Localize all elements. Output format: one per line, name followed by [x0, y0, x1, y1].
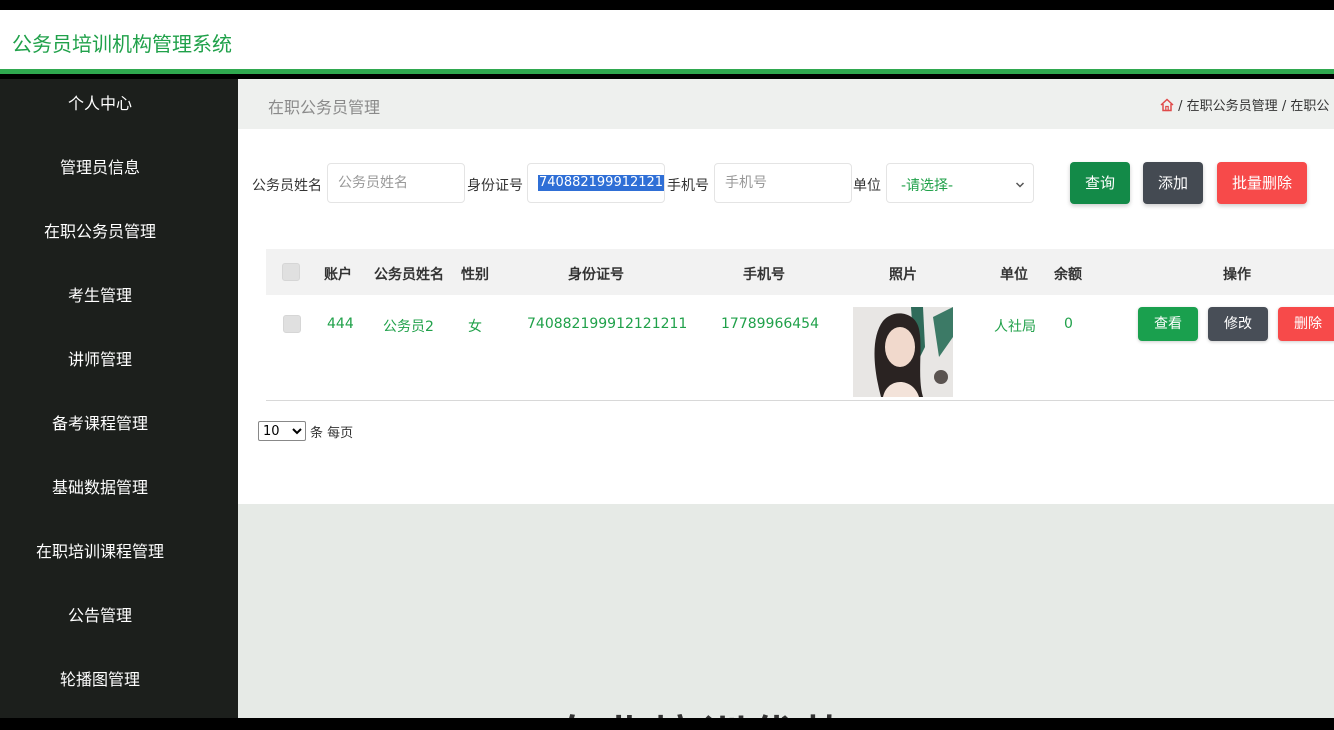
sidebar-item-admin-info[interactable]: 管理员信息 — [0, 148, 200, 188]
main-content: 专业培训优势 在职公务员管理 / 在职公务员管理 / 在职公 公务员姓名 身份证… — [238, 79, 1334, 718]
table-header: 账户 公务员姓名 性别 身份证号 手机号 照片 单位 余额 操作 — [266, 249, 1334, 295]
breadcrumb-separator: / — [1178, 99, 1183, 114]
sidebar-item-carousel[interactable]: 轮播图管理 — [0, 660, 200, 700]
avatar-photo — [853, 307, 953, 397]
select-all-checkbox[interactable] — [282, 263, 300, 281]
id-number-label: 身份证号 — [467, 178, 523, 194]
sidebar-item-exam-courses[interactable]: 备考课程管理 — [0, 404, 200, 444]
phone-search-input[interactable] — [714, 163, 852, 203]
screen-frame-bottom — [0, 718, 1334, 730]
screen-frame-top — [0, 0, 1334, 10]
breadcrumb-separator: / — [1281, 99, 1287, 114]
cell-unit: 人社局 — [994, 319, 1036, 335]
background-banner-text: 专业培训优势 — [552, 701, 852, 718]
sidebar: 个人中心 管理员信息 在职公务员管理 考生管理 讲师管理 备考课程管理 基础数据… — [0, 79, 238, 718]
column-header-name: 公务员姓名 — [374, 267, 444, 283]
view-button[interactable]: 查看 — [1138, 307, 1198, 341]
column-header-actions: 操作 — [1223, 267, 1251, 283]
column-header-gender: 性别 — [461, 267, 489, 283]
cell-name: 公务员2 — [383, 319, 434, 335]
top-header: 公务员培训机构管理系统 — [0, 10, 1334, 74]
app-title: 公务员培训机构管理系统 — [12, 32, 232, 56]
unit-label: 单位 — [853, 178, 881, 194]
sidebar-item-training-courses[interactable]: 在职培训课程管理 — [0, 532, 200, 572]
home-icon[interactable] — [1160, 98, 1174, 112]
column-header-account: 账户 — [324, 267, 352, 283]
id-number-selected-text: 740882199912121 — [538, 175, 665, 191]
unit-select-value: -请选择- — [901, 178, 954, 194]
column-header-photo: 照片 — [889, 267, 917, 283]
column-header-id-number: 身份证号 — [568, 267, 624, 283]
row-checkbox[interactable] — [283, 315, 301, 333]
breadcrumb-item[interactable]: 在职公务员管理 — [1187, 99, 1278, 114]
sidebar-item-lecturers[interactable]: 讲师管理 — [0, 340, 200, 380]
unit-select[interactable]: -请选择- — [886, 163, 1034, 203]
list-panel: 公务员姓名 身份证号 740882199912121 手机号 单位 -请选择- … — [238, 129, 1334, 504]
page-size-select[interactable]: 10 — [258, 421, 306, 441]
column-header-phone: 手机号 — [743, 267, 785, 283]
page-title: 在职公务员管理 — [268, 98, 381, 117]
cell-balance: 0 — [1064, 316, 1073, 332]
cell-gender: 女 — [468, 319, 482, 335]
breadcrumb-item-current: 在职公 — [1290, 99, 1330, 114]
sidebar-item-civil-servants[interactable]: 在职公务员管理 — [0, 212, 200, 252]
phone-label: 手机号 — [667, 178, 709, 194]
table-row: 444 公务员2 女 740882199912121211 1778996645… — [266, 295, 1334, 401]
sidebar-item-base-data[interactable]: 基础数据管理 — [0, 468, 200, 508]
page-size-control: 10 条 每页 — [258, 421, 353, 441]
column-header-balance: 余额 — [1054, 267, 1082, 283]
sidebar-item-personal-center[interactable]: 个人中心 — [0, 84, 200, 124]
query-button[interactable]: 查询 — [1070, 162, 1130, 204]
name-search-input[interactable] — [327, 163, 465, 203]
chevron-down-icon — [1015, 178, 1025, 188]
breadcrumb: / 在职公务员管理 / 在职公 — [1160, 95, 1329, 114]
sidebar-item-announcements[interactable]: 公告管理 — [0, 596, 200, 636]
cell-phone: 17789966454 — [721, 316, 819, 332]
edit-button[interactable]: 修改 — [1208, 307, 1268, 341]
page-size-suffix: 条 每页 — [310, 426, 354, 441]
cell-account: 444 — [327, 316, 354, 332]
breadcrumb-bar: 在职公务员管理 / 在职公务员管理 / 在职公 — [238, 79, 1334, 129]
add-button[interactable]: 添加 — [1143, 162, 1203, 204]
delete-button[interactable]: 删除 — [1278, 307, 1334, 341]
sidebar-item-examinees[interactable]: 考生管理 — [0, 276, 200, 316]
name-label: 公务员姓名 — [252, 178, 322, 194]
column-header-unit: 单位 — [1000, 267, 1028, 283]
cell-id-number: 740882199912121211 — [527, 316, 688, 332]
bulk-delete-button[interactable]: 批量删除 — [1217, 162, 1307, 204]
